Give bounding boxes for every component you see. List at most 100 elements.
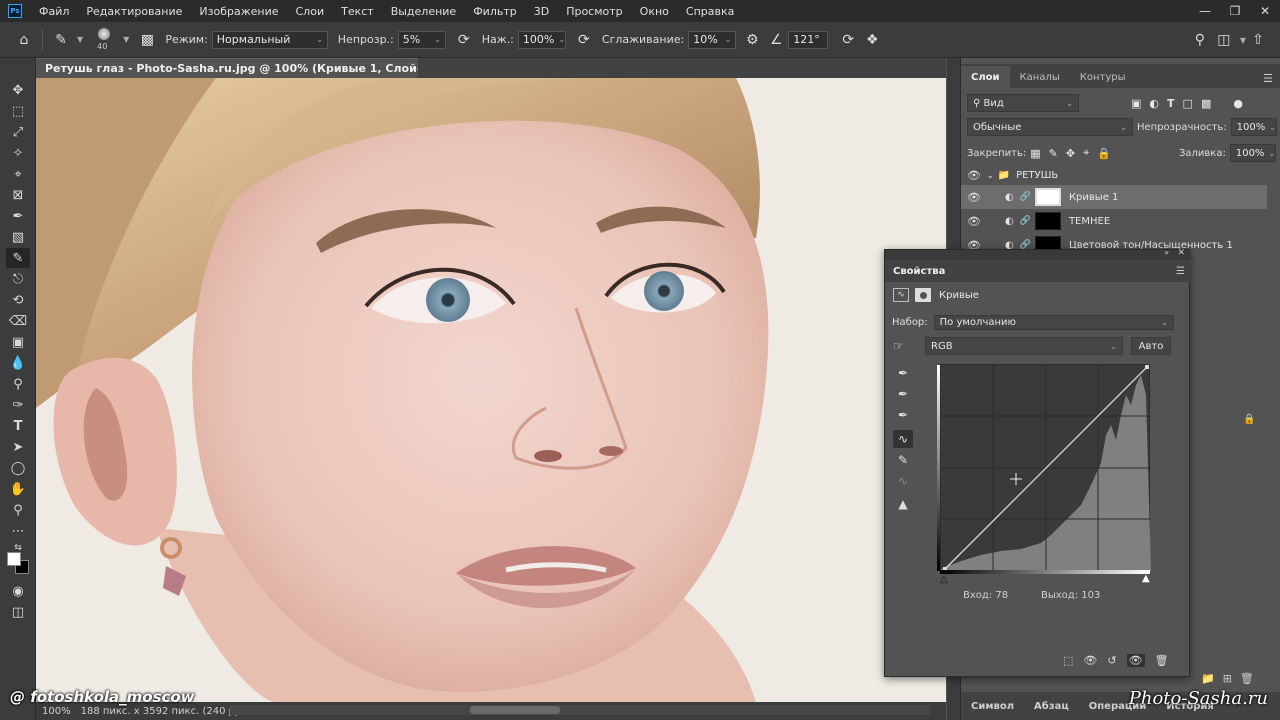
- move-tool-icon[interactable]: ✥: [6, 80, 30, 100]
- clip-to-layer-icon[interactable]: ⬚: [1063, 654, 1073, 667]
- share-icon[interactable]: ⇧: [1246, 28, 1270, 52]
- close-icon[interactable]: ✕: [1250, 0, 1280, 22]
- lock-artboard-icon[interactable]: ⌖: [1083, 146, 1089, 160]
- mode-select[interactable]: Нормальный ⌄: [211, 30, 328, 49]
- layer-filter-select[interactable]: ⚲ Вид ⌄: [967, 94, 1079, 112]
- menu-help[interactable]: Справка: [677, 5, 742, 18]
- tab-paragraph[interactable]: Абзац: [1024, 701, 1079, 712]
- eyedropper-tool-icon[interactable]: ✒: [6, 206, 30, 226]
- pressure-size-icon[interactable]: ⟳: [836, 28, 860, 52]
- brush-tool-preset-icon[interactable]: ✎: [49, 28, 73, 52]
- panel-menu-icon[interactable]: ☰: [1263, 72, 1273, 85]
- layer-row-darker[interactable]: 👁 ◐ 🔗 ТЕМНЕЕ: [961, 209, 1267, 233]
- foreground-color-swatch[interactable]: [7, 552, 21, 566]
- layer-mask-thumbnail[interactable]: [1034, 188, 1061, 206]
- flow-field[interactable]: 100% ⌄: [517, 30, 566, 49]
- menu-filter[interactable]: Фильтр: [464, 5, 525, 18]
- clipping-warning-icon[interactable]: ▲: [893, 495, 913, 513]
- tab-paths[interactable]: Контуры: [1070, 66, 1136, 88]
- hand-tool-icon[interactable]: ✋: [6, 479, 30, 499]
- menu-layers[interactable]: Слои: [287, 5, 333, 18]
- filter-smart-object-icon[interactable]: ▩: [1201, 97, 1211, 110]
- eye-icon[interactable]: 👁: [1126, 654, 1145, 667]
- chevron-down-icon[interactable]: ▼: [123, 35, 129, 44]
- healing-brush-tool-icon[interactable]: ▧: [6, 227, 30, 247]
- crop-tool-icon[interactable]: ⌖: [6, 164, 30, 184]
- brush-settings-icon[interactable]: ▩: [135, 28, 159, 52]
- curve-edit-points-icon[interactable]: ∿: [893, 430, 913, 448]
- new-layer-icon[interactable]: ⊞: [1223, 672, 1232, 685]
- panel-menu-icon[interactable]: ☰: [1176, 266, 1185, 277]
- smooth-curve-icon[interactable]: ∿: [893, 472, 913, 490]
- curves-graph[interactable]: [937, 364, 1151, 571]
- menu-edit[interactable]: Редактирование: [77, 5, 190, 18]
- frame-tool-icon[interactable]: ⊠: [6, 185, 30, 205]
- horizontal-scrollbar[interactable]: [230, 705, 930, 715]
- quick-selection-tool-icon[interactable]: ✧: [6, 143, 30, 163]
- filter-shape-icon[interactable]: □: [1183, 97, 1193, 110]
- blend-mode-select[interactable]: Обычные ⌄: [967, 118, 1133, 136]
- symmetry-icon[interactable]: ❖: [860, 28, 884, 52]
- target-adjustment-icon[interactable]: ☞: [893, 339, 915, 353]
- menu-select[interactable]: Выделение: [382, 5, 465, 18]
- filter-pixel-icon[interactable]: ▣: [1131, 97, 1141, 110]
- dodge-tool-icon[interactable]: ⚲: [6, 374, 30, 394]
- home-icon[interactable]: ⌂: [12, 28, 36, 52]
- search-icon[interactable]: ⚲: [1188, 28, 1212, 52]
- preset-select[interactable]: По умолчанию ⌄: [933, 315, 1174, 330]
- chevron-down-icon[interactable]: ⌄: [987, 171, 994, 180]
- scrollbar-thumb[interactable]: [470, 706, 560, 714]
- brush-tool-icon[interactable]: ✎: [6, 248, 30, 268]
- lasso-tool-icon[interactable]: ⤢: [6, 122, 30, 142]
- filter-toggle-icon[interactable]: ●: [1233, 97, 1243, 110]
- close-icon[interactable]: ✕: [1177, 248, 1185, 258]
- tab-character[interactable]: Символ: [961, 701, 1024, 712]
- new-group-icon[interactable]: 📁: [1201, 672, 1215, 685]
- delete-icon[interactable]: 🗑: [1155, 654, 1169, 667]
- menu-file[interactable]: Файл: [30, 5, 77, 18]
- layer-row-curves[interactable]: 👁 ◐ 🔗 Кривые 1: [961, 185, 1267, 209]
- gear-icon[interactable]: ⚙: [740, 28, 764, 52]
- ellipse-tool-icon[interactable]: ◯: [6, 458, 30, 478]
- mask-icon[interactable]: [915, 288, 931, 302]
- airbrush-icon[interactable]: ⟳: [572, 28, 596, 52]
- auto-button[interactable]: Авто: [1131, 337, 1171, 355]
- link-icon[interactable]: 🔗: [1020, 216, 1031, 226]
- eye-icon[interactable]: 👁: [961, 215, 987, 228]
- brush-size-picker[interactable]: 40: [89, 25, 119, 55]
- quick-mask-icon[interactable]: ◉: [6, 581, 30, 601]
- gradient-tool-icon[interactable]: ▣: [6, 332, 30, 352]
- opacity-field[interactable]: 5% ⌄: [397, 30, 446, 49]
- menu-view[interactable]: Просмотр: [557, 5, 630, 18]
- lock-all-icon[interactable]: 🔒: [1097, 147, 1111, 160]
- channel-select[interactable]: RGB ⌄: [925, 337, 1123, 355]
- lock-pixels-icon[interactable]: ✎: [1049, 147, 1058, 160]
- white-point-slider-icon[interactable]: ▲: [1142, 573, 1150, 584]
- document-canvas[interactable]: [36, 78, 946, 702]
- menu-window[interactable]: Окно: [631, 5, 677, 18]
- filter-adjustment-icon[interactable]: ◐: [1149, 97, 1159, 110]
- menu-image[interactable]: Изображение: [190, 5, 286, 18]
- tab-channels[interactable]: Каналы: [1010, 66, 1070, 88]
- smoothing-field[interactable]: 10% ⌄: [688, 30, 737, 49]
- eye-icon[interactable]: 👁: [961, 169, 987, 182]
- path-selection-tool-icon[interactable]: ➤: [6, 437, 30, 457]
- minimize-icon[interactable]: —: [1190, 0, 1220, 22]
- link-icon[interactable]: 🔗: [1020, 192, 1031, 202]
- screen-mode-icon[interactable]: ◫: [6, 602, 30, 622]
- tab-layers[interactable]: Слои: [961, 66, 1010, 88]
- clone-stamp-tool-icon[interactable]: ⎋: [6, 269, 30, 289]
- status-zoom[interactable]: 100%: [42, 706, 71, 717]
- angle-field[interactable]: 121°: [788, 30, 829, 49]
- restore-icon[interactable]: ❐: [1220, 0, 1250, 22]
- type-tool-icon[interactable]: T: [6, 416, 30, 436]
- fill-field[interactable]: 100% ⌄: [1229, 144, 1276, 162]
- black-point-slider-icon[interactable]: △: [940, 574, 948, 585]
- lock-transparency-icon[interactable]: ▦: [1030, 147, 1040, 160]
- collapse-icon[interactable]: »: [1164, 248, 1169, 257]
- document-tab[interactable]: Ретушь глаз - Photo-Sasha.ru.jpg @ 100% …: [36, 58, 418, 78]
- lock-position-icon[interactable]: ✥: [1066, 147, 1075, 160]
- properties-drag-bar[interactable]: » ✕: [885, 248, 1191, 260]
- filter-type-icon[interactable]: T: [1167, 97, 1175, 110]
- zoom-tool-icon[interactable]: ⚲: [6, 500, 30, 520]
